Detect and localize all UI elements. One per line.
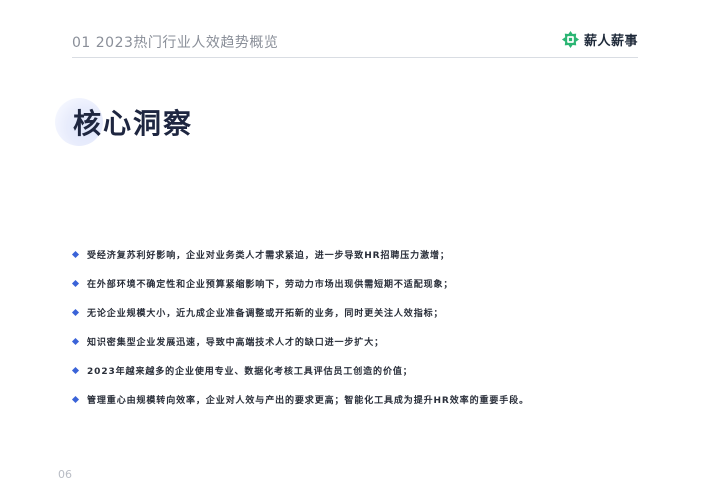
list-item-text: 受经济复苏利好影响，企业对业务类人才需求紧迫，进一步导致HR招聘压力激增； (87, 251, 450, 261)
brand-logo-icon (561, 30, 580, 49)
page-number: 06 (58, 468, 72, 481)
list-item-text: 管理重心由规模转向效率，企业对人效与产出的要求更高；智能化工具成为提升HR效率的… (87, 396, 529, 406)
diamond-bullet-icon (71, 337, 80, 346)
list-item: 受经济复苏利好影响，企业对业务类人才需求紧迫，进一步导致HR招聘压力激增； (71, 240, 672, 269)
header-title: 01 2023热门行业人效趋势概览 (72, 35, 279, 51)
diamond-bullet-icon (71, 308, 80, 317)
diamond-bullet-icon (71, 395, 80, 404)
list-item: 2023年越来越多的企业使用专业、数据化考核工具评估员工创造的价值； (71, 356, 672, 385)
brand-logo-text: 薪人薪事 (583, 34, 638, 49)
list-item: 管理重心由规模转向效率，企业对人效与产出的要求更高；智能化工具成为提升HR效率的… (71, 385, 672, 414)
section-title: 核心洞察 (73, 107, 194, 140)
list-item: 知识密集型企业发展迅速，导致中高端技术人才的缺口进一步扩大； (71, 327, 672, 356)
diamond-bullet-icon (71, 279, 80, 288)
section-heading: 核心洞察 (55, 96, 355, 146)
list-item-text: 无论企业规模大小，近九成企业准备调整或开拓新的业务，同时更关注人效指标； (87, 309, 444, 319)
page-header: 01 2023热门行业人效趋势概览 薪人薪事 (72, 30, 638, 58)
brand-logo: 薪人薪事 (561, 30, 638, 49)
list-item-text: 2023年越来越多的企业使用专业、数据化考核工具评估员工创造的价值； (87, 367, 413, 377)
list-item: 无论企业规模大小，近九成企业准备调整或开拓新的业务，同时更关注人效指标； (71, 298, 672, 327)
diamond-bullet-icon (71, 250, 80, 259)
list-item-text: 知识密集型企业发展迅速，导致中高端技术人才的缺口进一步扩大； (87, 338, 385, 348)
header-divider (72, 57, 638, 58)
diamond-bullet-icon (71, 366, 80, 375)
list-item-text: 在外部环境不确定性和企业预算紧缩影响下，劳动力市场出现供需短期不适配现象； (87, 280, 454, 290)
insight-list: 受经济复苏利好影响，企业对业务类人才需求紧迫，进一步导致HR招聘压力激增； 在外… (71, 240, 672, 414)
list-item: 在外部环境不确定性和企业预算紧缩影响下，劳动力市场出现供需短期不适配现象； (71, 269, 672, 298)
